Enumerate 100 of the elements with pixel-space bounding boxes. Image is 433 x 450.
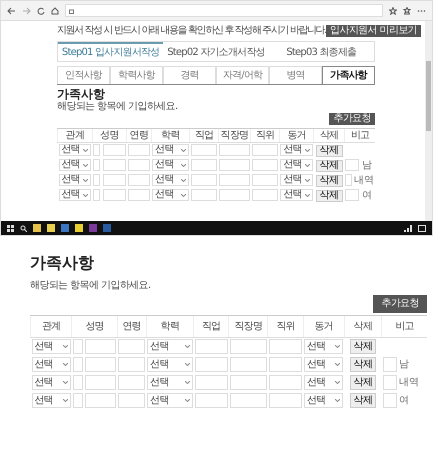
input-field[interactable] [268,357,302,372]
input-field[interactable] [128,144,150,156]
select-field[interactable]: 선택 [32,357,71,372]
input-field[interactable] [219,174,250,186]
select-field[interactable]: 선택 [147,339,193,354]
select-field[interactable]: 선택 [147,393,193,408]
input-field[interactable] [345,189,360,201]
input-field[interactable] [252,159,278,171]
select-field[interactable]: 선택 [58,174,92,186]
input-field[interactable] [219,144,250,156]
add-button[interactable]: 추가요청 [373,294,427,312]
select-field[interactable]: 선택 [32,339,71,354]
refresh-icon[interactable] [37,6,45,14]
section-tab[interactable]: 병역 [269,66,322,84]
input-field[interactable] [85,393,116,408]
select-field[interactable]: 선택 [280,189,313,201]
input-field[interactable] [93,189,100,201]
input-field[interactable] [252,144,278,156]
input-field[interactable] [230,339,267,354]
notification-icon[interactable] [418,224,426,232]
input-field[interactable] [118,375,146,390]
section-tab[interactable]: 자격/어학 [216,66,269,84]
input-field[interactable] [102,189,126,201]
input-field[interactable] [118,393,146,408]
input-field[interactable] [230,375,267,390]
input-field[interactable] [219,189,250,201]
input-field[interactable] [72,393,83,408]
input-field[interactable] [128,159,150,171]
select-field[interactable]: 선택 [147,357,193,372]
select-field[interactable]: 선택 [58,189,92,201]
input-field[interactable] [128,174,150,186]
select-field[interactable]: 선택 [58,159,92,171]
home-icon[interactable] [51,6,59,14]
input-field[interactable] [268,393,302,408]
step-tab[interactable]: Step02 자기소개서작성 [163,42,269,61]
input-field[interactable] [128,189,150,201]
scrollbar[interactable] [425,21,432,221]
input-field[interactable] [194,393,228,408]
delete-button[interactable]: 삭제 [350,375,376,390]
step-tab[interactable]: Step03 최종제출 [268,42,374,61]
input-field[interactable] [268,375,302,390]
input-field[interactable] [72,357,83,372]
input-field[interactable] [194,339,228,354]
section-tab[interactable]: 경력 [163,66,216,84]
section-tab[interactable]: 인적사항 [57,66,110,84]
section-tab[interactable]: 가족사항 [322,66,375,84]
delete-button[interactable]: 삭제 [316,160,343,172]
favorites-icon[interactable] [403,6,411,14]
input-field[interactable] [382,393,396,408]
select-field[interactable]: 선택 [280,174,313,186]
input-field[interactable] [93,144,100,156]
input-field[interactable] [219,159,250,171]
select-field[interactable]: 선택 [304,393,344,408]
delete-button[interactable]: 삭제 [350,393,376,408]
search-icon[interactable] [20,224,27,232]
input-field[interactable] [190,159,218,171]
input-field[interactable] [190,174,218,186]
delete-button[interactable]: 삭제 [350,357,376,372]
select-field[interactable]: 선택 [304,375,344,390]
select-field[interactable]: 선택 [152,159,189,171]
input-field[interactable] [194,357,228,372]
input-field[interactable] [190,189,218,201]
input-field[interactable] [93,159,100,171]
select-field[interactable]: 선택 [58,144,92,156]
star-icon[interactable] [389,6,397,14]
select-field[interactable]: 선택 [280,159,313,171]
input-field[interactable] [252,189,278,201]
step-tab[interactable]: Step01 입사지원서작성 [58,42,164,61]
input-field[interactable] [268,339,302,354]
select-field[interactable]: 선택 [152,174,189,186]
input-field[interactable] [118,339,146,354]
input-field[interactable] [72,339,83,354]
input-field[interactable] [118,357,146,372]
input-field[interactable] [345,159,360,171]
select-field[interactable]: 선택 [152,144,189,156]
input-field[interactable] [102,144,126,156]
section-tab[interactable]: 학력사항 [110,66,163,84]
select-field[interactable]: 선택 [147,375,193,390]
input-field[interactable] [230,357,267,372]
select-field[interactable]: 선택 [304,339,344,354]
input-field[interactable] [85,375,116,390]
input-field[interactable] [230,393,267,408]
input-field[interactable] [85,357,116,372]
forward-icon[interactable] [22,6,31,14]
delete-button[interactable]: 삭제 [316,174,343,186]
windows-icon[interactable] [7,224,14,232]
input-field[interactable] [72,375,83,390]
preview-button[interactable]: 입사지원서 미리보기 [326,25,422,37]
delete-button[interactable]: 삭제 [316,190,343,202]
input-field[interactable] [102,174,126,186]
input-field[interactable] [194,375,228,390]
back-icon[interactable] [7,6,16,14]
select-field[interactable]: 선택 [304,357,344,372]
input-field[interactable] [252,174,278,186]
select-field[interactable]: 선택 [280,144,313,156]
add-button[interactable]: 추가요청 [329,113,375,125]
input-field[interactable] [345,174,352,186]
select-field[interactable]: 선택 [32,393,71,408]
input-field[interactable] [85,339,116,354]
select-field[interactable]: 선택 [32,375,71,390]
